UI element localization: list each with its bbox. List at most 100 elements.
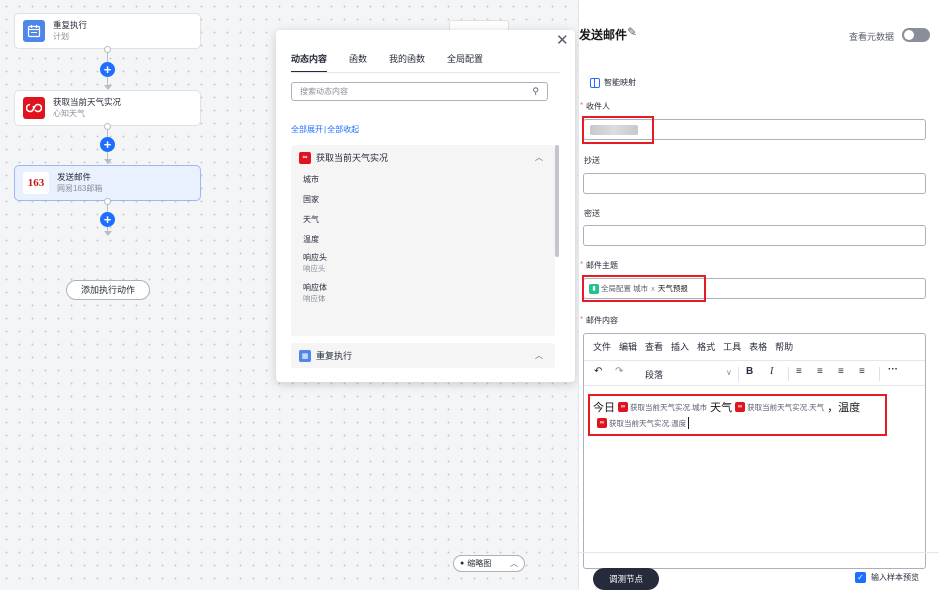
required-mark: * xyxy=(580,101,584,110)
add-step-plus-icon[interactable]: + xyxy=(100,137,115,152)
sample-preview-checkbox[interactable]: ✓ 输入样本预览 xyxy=(855,572,919,583)
align-center-icon[interactable]: ≡ xyxy=(817,366,823,377)
group-repeat: ▦ 重复执行 ︿ xyxy=(291,343,555,368)
tab-global-config[interactable]: 全局配置 xyxy=(447,52,483,73)
group-header[interactable]: ∞ 获取当前天气实况 ︿ xyxy=(291,145,555,170)
tab-my-functions[interactable]: 我的函数 xyxy=(389,52,425,73)
checkbox-checked-icon[interactable]: ✓ xyxy=(855,572,866,583)
list-item[interactable]: 天气 xyxy=(291,210,555,230)
editor-toolbar: ↶ ↷ 段落 ∨ B I ≡ ≡ ≡ ≡ ··· xyxy=(584,360,925,386)
bcc-field[interactable] xyxy=(583,225,926,246)
popover-scrollbar[interactable] xyxy=(555,145,559,257)
tab-functions[interactable]: 函数 xyxy=(349,52,367,73)
smart-mapping-button[interactable]: 智能映射 xyxy=(590,77,636,88)
menu-file[interactable]: 文件 xyxy=(593,340,611,353)
align-left-icon[interactable]: ≡ xyxy=(796,366,802,377)
italic-icon[interactable]: I xyxy=(770,366,773,377)
node-get-weather[interactable]: 获取当前天气实况 心知天气 xyxy=(14,90,201,126)
node-subtitle: 心知天气 xyxy=(53,109,85,118)
smart-mapping-icon xyxy=(590,77,600,88)
weather-logo-icon xyxy=(23,97,45,119)
toolbar-divider xyxy=(738,367,739,381)
expand-all-link[interactable]: 全部展开 xyxy=(291,125,323,134)
node-repeat[interactable]: 重复执行 计划 xyxy=(14,13,201,49)
bold-icon[interactable]: B xyxy=(746,366,753,377)
menu-table[interactable]: 表格 xyxy=(749,340,767,353)
expand-collapse-links: 全部展开|全部收起 xyxy=(291,124,359,135)
highlight-box xyxy=(582,275,706,302)
link-separator: | xyxy=(324,125,327,134)
bcc-label: 密送 xyxy=(584,209,600,218)
subject-label: 邮件主题 xyxy=(586,261,618,270)
connector-arrow-icon xyxy=(104,159,112,164)
connector-arrow-icon xyxy=(104,231,112,236)
paragraph-select[interactable]: 段落 xyxy=(645,368,663,381)
footer-divider xyxy=(578,552,939,553)
chevron-up-icon[interactable]: ︿ xyxy=(535,350,543,361)
add-action-button[interactable]: 添加执行动作 xyxy=(66,280,150,300)
node-subtitle: 网易163邮箱 xyxy=(57,184,103,193)
list-item[interactable]: 响应体 响应体 xyxy=(291,280,555,310)
add-step-plus-icon[interactable]: + xyxy=(100,212,115,227)
chevron-up-icon[interactable]: ︿ xyxy=(535,152,543,163)
smart-mapping-label: 智能映射 xyxy=(604,78,636,87)
dynamic-content-search-input[interactable]: 搜索动态内容 ⚲ xyxy=(291,82,548,101)
editor-menubar: 文件 编辑 查看 插入 格式 工具 表格 帮助 xyxy=(593,340,801,353)
required-mark: * xyxy=(580,260,584,269)
group-header[interactable]: ▦ 重复执行 ︿ xyxy=(291,343,555,368)
view-metadata-label: 查看元数据 xyxy=(849,32,895,42)
close-icon[interactable]: ✕ xyxy=(556,33,569,48)
group-title: 重复执行 xyxy=(316,351,353,361)
search-placeholder: 搜索动态内容 xyxy=(300,87,348,96)
align-right-icon[interactable]: ≡ xyxy=(838,366,844,377)
list-item[interactable]: 温度 xyxy=(291,230,555,250)
metadata-toggle[interactable] xyxy=(902,28,930,42)
toolbar-divider xyxy=(879,367,880,381)
redo-icon[interactable]: ↷ xyxy=(615,366,623,377)
collapse-all-link[interactable]: 全部收起 xyxy=(327,125,359,134)
tab-dynamic-content[interactable]: 动态内容 xyxy=(291,52,328,73)
menu-edit[interactable]: 编辑 xyxy=(619,340,637,353)
menu-tools[interactable]: 工具 xyxy=(723,340,741,353)
node-send-email[interactable]: 163 发送邮件 网易163邮箱 xyxy=(14,165,201,201)
netease-163-logo-icon: 163 xyxy=(23,172,49,194)
menu-insert[interactable]: 插入 xyxy=(671,340,689,353)
minimap-label: 缩略图 xyxy=(467,559,492,568)
highlight-box xyxy=(582,116,654,144)
item-description: 响应头 xyxy=(303,264,326,273)
item-description: 响应体 xyxy=(303,294,326,303)
undo-icon[interactable]: ↶ xyxy=(594,366,602,377)
search-icon[interactable]: ⚲ xyxy=(532,83,539,100)
more-icon[interactable]: ··· xyxy=(888,364,898,375)
menu-help[interactable]: 帮助 xyxy=(775,340,793,353)
group-get-weather: ∞ 获取当前天气实况 ︿ 城市 国家 天气 温度 响应头 响应头 响应体 响应体 xyxy=(291,145,555,336)
highlight-box xyxy=(588,394,887,436)
minimap-toggle[interactable]: ● 缩略图 ︿ xyxy=(453,555,525,572)
location-pin-icon: ● xyxy=(460,560,465,567)
menu-format[interactable]: 格式 xyxy=(697,340,715,353)
add-step-plus-icon[interactable]: + xyxy=(100,62,115,77)
popover-tabs: 动态内容 函数 我的函数 全局配置 xyxy=(291,52,505,73)
menu-view[interactable]: 查看 xyxy=(645,340,663,353)
calendar-icon xyxy=(23,20,45,42)
list-item[interactable]: 国家 xyxy=(291,190,555,210)
cc-label: 抄送 xyxy=(584,156,600,165)
sample-preview-label: 输入样本预览 xyxy=(871,573,919,582)
connector-dot xyxy=(104,46,111,53)
item-label: 响应头 xyxy=(303,253,327,262)
node-title: 重复执行 xyxy=(53,20,88,30)
node-title: 获取当前天气实况 xyxy=(53,97,122,107)
edit-pencil-icon[interactable]: ✎ xyxy=(627,25,637,39)
tab-divider xyxy=(291,72,560,73)
list-item[interactable]: 城市 xyxy=(291,170,555,190)
required-mark: * xyxy=(580,315,584,324)
align-justify-icon[interactable]: ≡ xyxy=(859,366,865,377)
connector-dot xyxy=(104,198,111,205)
list-item[interactable]: 响应头 响应头 xyxy=(291,250,555,280)
calendar-icon: ▦ xyxy=(299,349,311,362)
cc-field[interactable] xyxy=(583,173,926,194)
chevron-up-icon: ︿ xyxy=(510,559,518,568)
debug-node-button[interactable]: 调测节点 xyxy=(593,568,659,590)
dynamic-content-popover: 动态内容 函数 我的函数 全局配置 搜索动态内容 ⚲ 全部展开|全部收起 ∞ 获… xyxy=(276,30,575,382)
chevron-down-icon[interactable]: ∨ xyxy=(726,368,732,377)
